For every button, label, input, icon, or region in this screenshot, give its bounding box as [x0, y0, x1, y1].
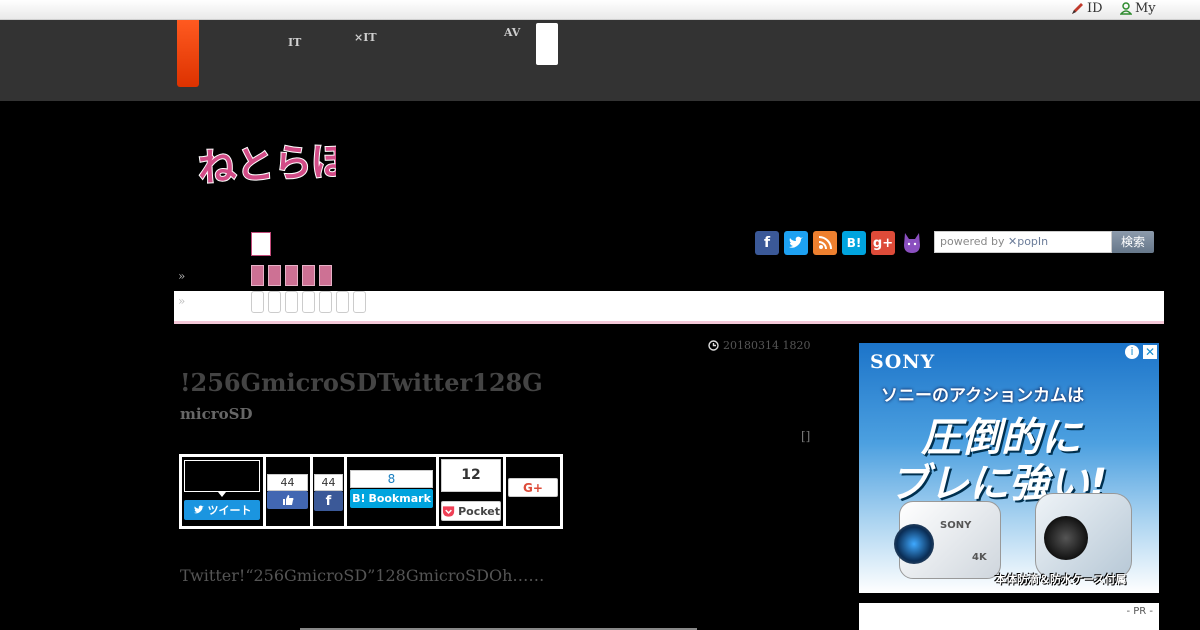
nav-search-box[interactable] — [536, 23, 558, 65]
popin-icon: ✕ — [1008, 235, 1018, 248]
like-button[interactable] — [267, 491, 308, 509]
facebook-f-icon: f — [325, 493, 332, 509]
subcategory-tab-5[interactable] — [319, 291, 332, 313]
camera-lens-icon — [1044, 516, 1088, 560]
google-plus-button[interactable]: G+ — [508, 478, 558, 497]
thumbs-up-icon — [282, 495, 293, 505]
ad-info-icon[interactable]: i — [1125, 345, 1139, 359]
tweet-count-balloon — [184, 460, 260, 492]
facebook-icon[interactable]: f — [755, 231, 779, 255]
person-icon — [1120, 2, 1132, 15]
camera-brand-label: SONY — [940, 520, 972, 531]
nav-item-3[interactable]: AV — [504, 27, 520, 40]
pocket-icon — [442, 505, 455, 517]
fb-share-cell: 44 f — [313, 457, 344, 526]
breadcrumb-separator-2: » — [178, 294, 186, 308]
ad-headline-1: ソニーのアクションカムは — [881, 386, 1085, 406]
utility-bar: ID My — [0, 0, 1200, 20]
camera-image-2 — [1035, 493, 1132, 579]
like-count: 44 — [267, 474, 308, 491]
subcategory-tab-1[interactable] — [251, 291, 264, 313]
gplus-cell: G+ — [506, 457, 560, 526]
cat-glyph-icon — [904, 233, 920, 253]
camera-4k-badge: 4K — [972, 552, 987, 563]
clock-icon — [708, 340, 719, 351]
nav-item-2[interactable]: ×IT — [354, 27, 377, 43]
article-date-text: 20180314 1820 — [723, 339, 811, 352]
article-excerpt: Twitter!“256GmicroSD”128GmicroSDOh…… — [180, 566, 545, 585]
category-tab-3[interactable] — [285, 265, 298, 286]
hatena-label: Bookmark — [368, 492, 431, 505]
ad-close-icon[interactable]: ✕ — [1143, 345, 1157, 359]
share-bar: ツイート 44 44 f 8 B! Bookmark 12 Pocket G+ — [179, 454, 563, 529]
article-subtitle: microSD — [180, 405, 253, 423]
article-date: 20180314 1820 — [708, 339, 810, 352]
nav-item-3-line1: AV — [504, 26, 521, 39]
category-tab-1[interactable] — [251, 265, 264, 286]
rss-glyph-icon — [818, 236, 832, 250]
twitter-bird-icon — [193, 505, 204, 514]
site-logo-tab[interactable] — [177, 20, 199, 87]
twitter-icon[interactable] — [784, 231, 808, 255]
hatena-b-icon: B! — [352, 492, 366, 505]
camera-image-1: SONY 4K — [894, 501, 1001, 579]
google-plus-icon[interactable]: g+ — [871, 231, 895, 255]
ad-footer: 本体防滴＆防水ケース付属 — [995, 573, 1127, 586]
pocket-count: 12 — [441, 459, 501, 492]
nav-item-1-line2: IT — [288, 36, 302, 49]
category-tab-5[interactable] — [319, 265, 332, 286]
hatena-bookmark-button[interactable]: B! Bookmark — [350, 489, 433, 508]
nav-item-1[interactable]: IT — [288, 27, 301, 48]
search-placeholder-prefix: powered by — [940, 235, 1005, 248]
pencil-icon — [1072, 3, 1083, 14]
id-link-label: ID — [1087, 1, 1103, 16]
pr-box: - PR - — [859, 603, 1159, 630]
category-tab-4[interactable] — [302, 265, 315, 286]
id-link[interactable]: ID — [1071, 1, 1103, 16]
tweet-cell: ツイート — [182, 457, 263, 526]
hatena-count: 8 — [350, 470, 433, 488]
hatena-icon[interactable]: B! — [842, 231, 866, 255]
twitter-bird-icon — [789, 236, 803, 248]
global-nav: IT ×IT AV — [0, 20, 1200, 101]
subcategory-tab-2[interactable] — [268, 291, 281, 313]
pocket-label: Pocket — [458, 504, 500, 518]
fb-share-count: 44 — [314, 474, 343, 491]
search-button[interactable]: 検索 — [1112, 231, 1154, 253]
subcategory-tab-3[interactable] — [285, 291, 298, 313]
nav-item-2-line2: ×IT — [354, 31, 377, 44]
tweet-label: ツイート — [207, 504, 252, 517]
pocket-cell: 12 Pocket — [439, 457, 503, 526]
my-link-label: My — [1135, 1, 1156, 16]
article-title: !256GmicroSDTwitter128G — [180, 368, 543, 397]
tab-active[interactable] — [251, 232, 271, 256]
subcategory-tab-4[interactable] — [302, 291, 315, 313]
hatena-cell: 8 B! Bookmark — [347, 457, 436, 526]
my-link[interactable]: My — [1120, 1, 1156, 16]
site-logo-text: ねとらぼ — [197, 138, 336, 190]
sony-ad-banner[interactable]: SONY i ✕ ソニーのアクションカムは 圧倒的に ブレに強い! SONY 4… — [859, 343, 1159, 593]
search-placeholder-brand: popIn — [1017, 235, 1049, 248]
subcategory-tab-7[interactable] — [353, 291, 366, 313]
search-input[interactable]: powered by ✕popIn — [934, 231, 1112, 253]
camera-lens-icon — [894, 524, 934, 564]
ad-brand: SONY — [870, 351, 936, 373]
tweet-button[interactable]: ツイート — [184, 500, 260, 520]
breadcrumb-separator-1: » — [178, 269, 186, 283]
article-author-bracket: [] — [801, 429, 811, 443]
balloon-tail — [218, 492, 226, 497]
site-logo[interactable]: ねとらぼ — [196, 136, 336, 192]
like-cell: 44 — [266, 457, 310, 526]
subcategory-tab-6[interactable] — [336, 291, 349, 313]
fb-share-button[interactable]: f — [314, 491, 343, 511]
cat-icon[interactable] — [900, 231, 924, 255]
category-tab-2[interactable] — [268, 265, 281, 286]
pr-label: - PR - — [1126, 606, 1153, 617]
pocket-button[interactable]: Pocket — [441, 501, 501, 521]
rss-icon[interactable] — [813, 231, 837, 255]
